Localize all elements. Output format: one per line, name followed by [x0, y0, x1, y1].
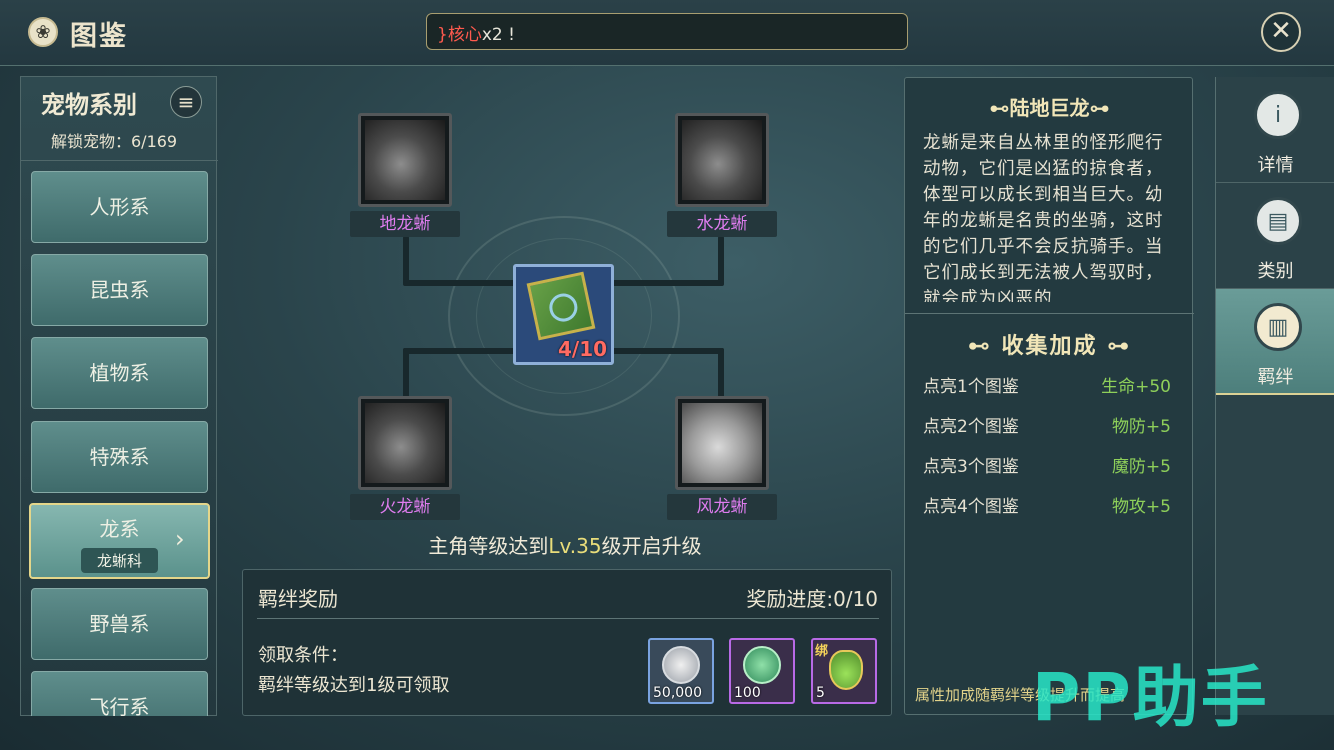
category-panel-header: 宠物系别 ≡ 解锁宠物：6/169 — [21, 77, 218, 161]
side-tabs: i 详情 ▤ 类别 ▥ 羁绊 — [1215, 77, 1334, 715]
silver-coin-icon — [662, 646, 700, 684]
connector — [612, 280, 724, 286]
dragon-lizard-icon — [682, 403, 762, 483]
connector — [403, 348, 515, 354]
category-dragon[interactable]: 龙系 龙蜥科 › — [29, 503, 210, 579]
unlock-count: 解锁宠物：6/169 — [51, 132, 178, 151]
connector — [403, 236, 409, 284]
dragon-lizard-icon — [365, 403, 445, 483]
pet-label-water: 水龙蜥 — [667, 211, 777, 237]
bond-title: 羁绊奖励 — [258, 587, 338, 611]
pet-label-earth: 地龙蜥 — [350, 211, 460, 237]
category-insect[interactable]: 昆虫系 — [31, 254, 208, 326]
bonus-row: 点亮4个图鉴 物攻+5 — [923, 492, 1171, 518]
tab-details[interactable]: i 详情 — [1216, 77, 1334, 183]
potion-bottle-icon — [829, 650, 863, 690]
pet-label-wind: 风龙蜥 — [667, 494, 777, 520]
requirement-level: Lv.35 — [548, 534, 602, 558]
category-list[interactable]: 人形系 昆虫系 植物系 特殊系 龙系 龙蜥科 › 野兽系 飞行系 — [21, 161, 218, 716]
bonus-condition: 点亮2个图鉴 — [923, 417, 1019, 437]
connector — [718, 236, 724, 284]
divider — [257, 618, 879, 619]
pet-slot-wind[interactable] — [675, 396, 769, 490]
bonus-row: 点亮1个图鉴 生命+50 — [923, 372, 1171, 398]
bonus-condition: 点亮4个图鉴 — [923, 497, 1019, 517]
divider — [905, 313, 1194, 314]
pet-label-fire: 火龙蜥 — [350, 494, 460, 520]
group-name: ⊷陆地巨龙⊶ — [989, 96, 1110, 120]
reward-amount: 5 — [816, 685, 825, 701]
collection-count: 4/10 — [558, 337, 608, 361]
category-special[interactable]: 特殊系 — [31, 421, 208, 493]
bound-tag: 绑 — [815, 644, 829, 659]
top-bar: ❀ 图鉴 }核心x2 ! ✕ — [0, 0, 1334, 66]
category-plant[interactable]: 植物系 — [31, 337, 208, 409]
category-card-icon: ▤ — [1254, 197, 1302, 245]
menu-icon: ≡ — [177, 90, 195, 114]
subcategory-badge[interactable]: 龙蜥科 — [80, 548, 158, 573]
bonus-row: 点亮2个图鉴 物防+5 — [923, 412, 1171, 438]
connector — [718, 348, 724, 398]
notification-ticker: }核心x2 ! — [426, 13, 908, 50]
codex-emblem-icon: ❀ — [28, 17, 58, 47]
chevron-right-icon: › — [175, 525, 185, 553]
condition-text: 羁绊等级达到1级可领取 — [258, 675, 450, 696]
connector — [403, 348, 409, 398]
requirement-suffix: 级开启升级 — [601, 534, 702, 558]
page-title: 图鉴 — [70, 21, 128, 52]
connector — [612, 348, 724, 354]
close-button[interactable]: ✕ — [1261, 12, 1301, 52]
info-panel: ⊷陆地巨龙⊶ 龙蜥是来自丛林里的怪形爬行动物，它们是凶猛的掠食者，体型可以成长到… — [904, 77, 1194, 715]
collection-bonus-title: ⊷ 收集加成 ⊶ — [967, 334, 1132, 359]
reward-item[interactable]: 100 — [729, 638, 795, 704]
bonus-value: 物防+5 — [1111, 417, 1171, 437]
reward-amount: 100 — [734, 685, 761, 701]
connector — [403, 280, 515, 286]
tab-bond[interactable]: ▥ 羁绊 — [1216, 289, 1334, 395]
bonus-row: 点亮3个图鉴 魔防+5 — [923, 452, 1171, 478]
bonus-condition: 点亮3个图鉴 — [923, 457, 1019, 477]
watermark-logo: PP助手 — [1032, 659, 1269, 736]
category-humanoid[interactable]: 人形系 — [31, 171, 208, 243]
dragon-lizard-icon — [365, 120, 445, 200]
pet-slot-water[interactable] — [675, 113, 769, 207]
tab-label: 类别 — [1257, 261, 1294, 282]
tab-label: 羁绊 — [1257, 367, 1294, 388]
reward-item[interactable]: 50,000 — [648, 638, 714, 704]
category-panel-title: 宠物系别 — [41, 91, 137, 119]
category-panel: 宠物系别 ≡ 解锁宠物：6/169 人形系 昆虫系 植物系 特殊系 龙系 龙蜥科… — [20, 76, 218, 716]
bonus-value: 魔防+5 — [1111, 457, 1171, 477]
reward-item[interactable]: 绑 5 — [811, 638, 877, 704]
bonus-value: 生命+50 — [1101, 377, 1171, 397]
pet-slot-earth[interactable] — [358, 113, 452, 207]
condition-label: 领取条件： — [258, 645, 348, 666]
category-beast[interactable]: 野兽系 — [31, 588, 208, 660]
dragon-lizard-icon — [682, 120, 762, 200]
requirement-prefix: 主角等级达到 — [428, 534, 549, 558]
bond-progress: 奖励进度:0/10 — [746, 587, 878, 611]
ticker-highlight: }核心 — [437, 25, 482, 45]
bonus-condition: 点亮1个图鉴 — [923, 377, 1019, 397]
tab-label: 详情 — [1257, 155, 1294, 176]
pet-slot-fire[interactable] — [358, 396, 452, 490]
green-paw-token-icon — [743, 646, 781, 684]
codex-book-slot[interactable]: 4/10 — [513, 264, 614, 365]
ticker-text: x2 ! — [481, 25, 515, 45]
upgrade-requirement: 主角等级达到Lv.35级开启升级 — [300, 530, 830, 559]
bonus-value: 物攻+5 — [1111, 497, 1171, 517]
book-icon: ▥ — [1254, 303, 1302, 351]
category-flying[interactable]: 飞行系 — [31, 671, 208, 716]
tab-category[interactable]: ▤ 类别 — [1216, 183, 1334, 289]
reward-amount: 50,000 — [653, 685, 702, 701]
group-description[interactable]: 龙蜥是来自丛林里的怪形爬行动物，它们是凶猛的掠食者，体型可以成长到相当巨大。幼年… — [923, 130, 1179, 302]
codex-book-icon — [526, 271, 596, 341]
close-icon: ✕ — [1270, 16, 1292, 46]
menu-button[interactable]: ≡ — [170, 86, 202, 118]
info-icon: i — [1254, 91, 1302, 139]
bond-reward-panel: 羁绊奖励 奖励进度:0/10 领取条件： 羁绊等级达到1级可领取 50,000 … — [242, 569, 892, 716]
